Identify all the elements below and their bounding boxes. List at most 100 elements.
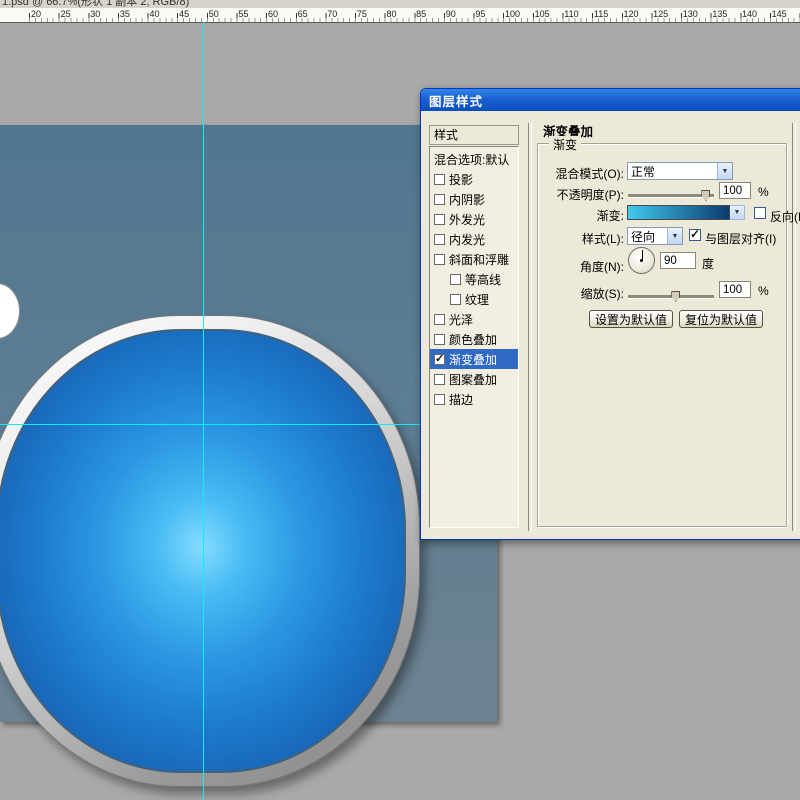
style-checkbox[interactable] bbox=[434, 394, 445, 405]
style-checkbox[interactable] bbox=[450, 294, 461, 305]
scale-input[interactable] bbox=[719, 281, 751, 298]
panel-divider-right bbox=[792, 123, 796, 531]
gradient-swatch[interactable] bbox=[627, 205, 730, 220]
style-checkbox[interactable] bbox=[434, 234, 445, 245]
guide-vertical[interactable] bbox=[203, 22, 204, 800]
scale-slider-track bbox=[628, 295, 714, 299]
opacity-slider-thumb[interactable] bbox=[701, 190, 710, 201]
style-label: 样式(L): bbox=[538, 230, 624, 247]
style-list-item[interactable]: 光泽 bbox=[430, 309, 518, 329]
style-checkbox[interactable] bbox=[434, 314, 445, 325]
style-list-item[interactable]: 外发光 bbox=[430, 209, 518, 229]
align-checkbox[interactable] bbox=[689, 229, 701, 241]
scale-slider-thumb[interactable] bbox=[671, 291, 680, 302]
ruler-number: 45 bbox=[179, 9, 209, 19]
ruler-number: 105 bbox=[535, 9, 565, 19]
angle-unit: 度 bbox=[702, 255, 714, 272]
style-checkbox[interactable] bbox=[434, 334, 445, 345]
chevron-down-icon[interactable]: ▼ bbox=[717, 163, 732, 179]
opacity-unit: % bbox=[758, 185, 769, 199]
opacity-input[interactable] bbox=[719, 182, 751, 199]
style-list-item[interactable]: 颜色叠加 bbox=[430, 329, 518, 349]
scale-label: 缩放(S): bbox=[538, 285, 624, 302]
style-checkbox[interactable] bbox=[434, 174, 445, 185]
ruler-number: 90 bbox=[446, 9, 476, 19]
style-value: 径向 bbox=[628, 228, 667, 245]
reverse-checkbox[interactable] bbox=[754, 207, 766, 219]
window-title-strip: 1.psd @ 66.7%(形状 1 副本 2, RGB/8) bbox=[0, 0, 800, 8]
canvas-button-shape bbox=[0, 315, 420, 787]
style-item-label: 渐变叠加 bbox=[449, 351, 497, 368]
ruler-number: 145 bbox=[772, 9, 800, 19]
style-list-item[interactable]: 等高线 bbox=[430, 269, 518, 289]
reverse-label: 反向(R) bbox=[770, 208, 800, 225]
angle-dial[interactable] bbox=[628, 247, 655, 274]
style-item-label: 描边 bbox=[449, 391, 473, 408]
ruler-number: 30 bbox=[90, 9, 120, 19]
angle-hub bbox=[640, 259, 643, 262]
style-list-item[interactable]: 渐变叠加 bbox=[430, 349, 518, 369]
style-item-label: 外发光 bbox=[449, 211, 485, 228]
style-list-item[interactable]: 内发光 bbox=[430, 229, 518, 249]
horizontal-ruler[interactable]: 2025303540455055606570758085909510010511… bbox=[0, 8, 800, 23]
style-item-label: 等高线 bbox=[465, 271, 501, 288]
style-list-item[interactable]: 混合选项:默认 bbox=[430, 149, 518, 169]
style-list-item[interactable]: 纹理 bbox=[430, 289, 518, 309]
ruler-number: 115 bbox=[594, 9, 624, 19]
ruler-number: 70 bbox=[327, 9, 357, 19]
ruler-number: 110 bbox=[564, 9, 594, 19]
ruler-number: 20 bbox=[31, 9, 61, 19]
reset-default-button[interactable]: 复位为默认值 bbox=[679, 310, 763, 328]
style-list-item[interactable]: 图案叠加 bbox=[430, 369, 518, 389]
ruler-number: 35 bbox=[120, 9, 150, 19]
blend-mode-label: 混合模式(O): bbox=[538, 165, 624, 182]
ruler-number: 55 bbox=[238, 9, 268, 19]
style-item-label: 颜色叠加 bbox=[449, 331, 497, 348]
style-checkbox[interactable] bbox=[450, 274, 461, 285]
canvas-shape-fragment bbox=[0, 283, 20, 339]
dialog-body: 样式 混合选项:默认 投影 内阴影 外发光 内发光 bbox=[421, 111, 800, 539]
style-item-label: 投影 bbox=[449, 171, 473, 188]
style-list-item[interactable]: 内阴影 bbox=[430, 189, 518, 209]
style-item-label: 混合选项:默认 bbox=[434, 151, 509, 168]
opacity-slider-track bbox=[628, 194, 714, 198]
blend-mode-value: 正常 bbox=[628, 163, 717, 180]
style-checkbox[interactable] bbox=[434, 254, 445, 265]
style-list-item[interactable]: 描边 bbox=[430, 389, 518, 409]
style-select[interactable]: 径向 ▼ bbox=[627, 227, 683, 245]
style-item-label: 斜面和浮雕 bbox=[449, 251, 509, 268]
layer-style-dialog: 图层样式 样式 混合选项:默认 投影 内阴影 外发光 bbox=[420, 88, 800, 540]
style-item-label: 内发光 bbox=[449, 231, 485, 248]
scale-slider[interactable] bbox=[628, 290, 714, 302]
set-default-button[interactable]: 设置为默认值 bbox=[589, 310, 673, 328]
style-list-item[interactable]: 投影 bbox=[430, 169, 518, 189]
ruler-number: 80 bbox=[387, 9, 417, 19]
ruler-number: 50 bbox=[209, 9, 239, 19]
ruler-number: 85 bbox=[416, 9, 446, 19]
ruler-number: 25 bbox=[61, 9, 91, 19]
gradient-label: 渐变: bbox=[538, 207, 624, 224]
styles-panel-header: 样式 bbox=[429, 125, 519, 145]
ruler-number: 120 bbox=[624, 9, 654, 19]
style-list-item[interactable]: 斜面和浮雕 bbox=[430, 249, 518, 269]
opacity-label: 不透明度(P): bbox=[538, 186, 624, 203]
scale-unit: % bbox=[758, 284, 769, 298]
chevron-down-icon[interactable]: ▼ bbox=[667, 228, 682, 244]
ruler-number: 140 bbox=[742, 9, 772, 19]
dialog-titlebar[interactable]: 图层样式 bbox=[421, 89, 800, 111]
style-checkbox[interactable] bbox=[434, 374, 445, 385]
dialog-title: 图层样式 bbox=[429, 91, 483, 110]
gradient-group-label: 渐变 bbox=[549, 136, 581, 153]
style-checkbox[interactable] bbox=[434, 214, 445, 225]
angle-label: 角度(N): bbox=[538, 258, 624, 275]
opacity-slider[interactable] bbox=[628, 189, 714, 201]
ruler-number: 100 bbox=[505, 9, 535, 19]
document-title: 1.psd @ 66.7%(形状 1 副本 2, RGB/8) bbox=[2, 0, 189, 8]
styles-list: 混合选项:默认 投影 内阴影 外发光 内发光 斜面和浮雕 bbox=[429, 146, 519, 528]
style-checkbox[interactable] bbox=[434, 194, 445, 205]
angle-input[interactable] bbox=[660, 252, 696, 269]
style-checkbox[interactable] bbox=[434, 354, 445, 365]
style-item-label: 图案叠加 bbox=[449, 371, 497, 388]
gradient-picker-arrow-icon[interactable]: ▼ bbox=[730, 205, 745, 220]
blend-mode-select[interactable]: 正常 ▼ bbox=[627, 162, 733, 180]
